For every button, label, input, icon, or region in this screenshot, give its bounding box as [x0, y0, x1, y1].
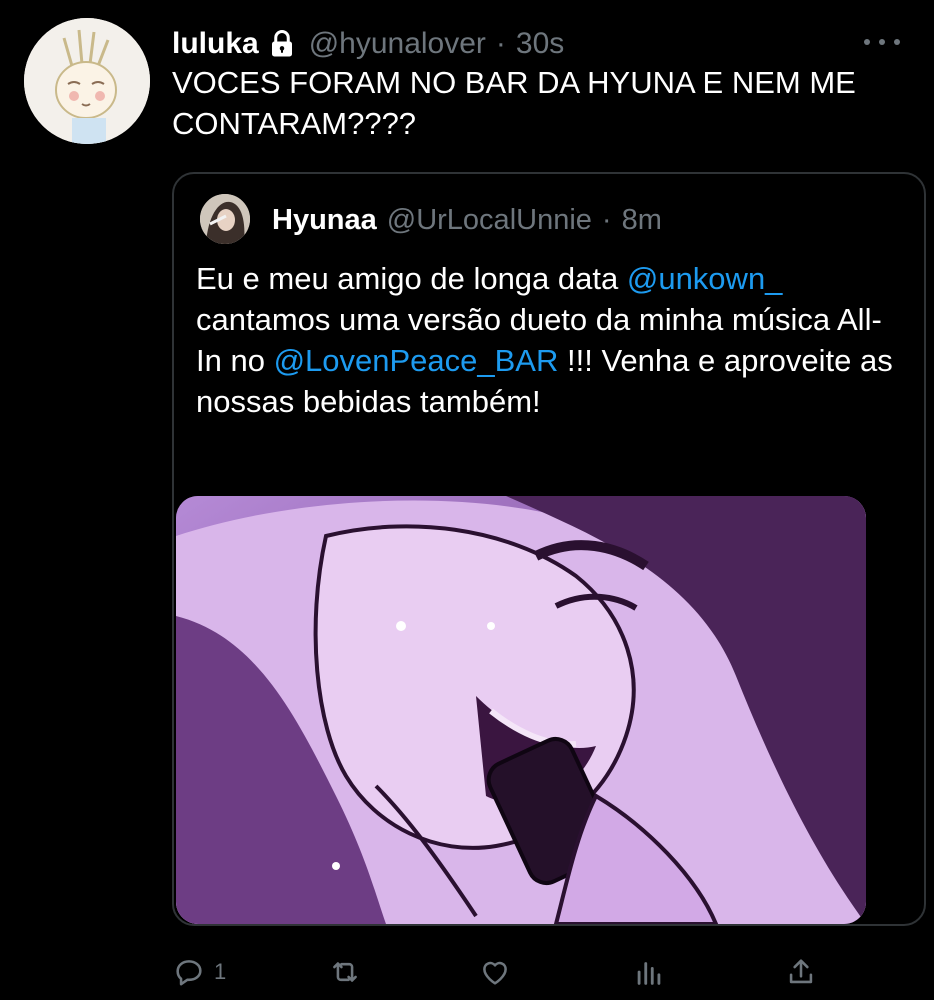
- quoted-separator-dot: ·: [601, 203, 612, 236]
- author-name[interactable]: luluka: [172, 27, 259, 61]
- lock-icon: [267, 29, 297, 59]
- quoted-avatar-image: [200, 194, 250, 244]
- quoted-tweet-header: Hyunaa @UrLocalUnnie · 8m: [272, 200, 662, 240]
- quoted-tweet[interactable]: Hyunaa @UrLocalUnnie · 8m Eu e meu amigo…: [172, 172, 926, 926]
- tweet-actions: 1: [172, 950, 832, 994]
- share-icon: [789, 959, 813, 984]
- reply-icon: [176, 960, 202, 986]
- separator-dot: ·: [495, 27, 506, 60]
- tweet-text: VOCES FORAM NO BAR DA HYUNA E NEM ME CON…: [172, 65, 856, 141]
- quoted-timestamp[interactable]: 8m: [622, 204, 662, 237]
- bar-chart-icon: [637, 962, 661, 985]
- retweet-button[interactable]: [328, 950, 362, 994]
- retweet-icon: [333, 962, 357, 982]
- stats-button[interactable]: [632, 950, 666, 994]
- mention-link[interactable]: @unkown_: [627, 261, 783, 296]
- anime-singer-illustration: [176, 496, 866, 924]
- mention-link[interactable]: @LovenPeace_BAR: [274, 343, 559, 378]
- author-handle[interactable]: @hyunalover: [309, 27, 486, 61]
- quoted-tweet-text: Eu e meu amigo de longa data @unkown_ ca…: [196, 258, 896, 422]
- quoted-author-avatar[interactable]: [200, 194, 250, 244]
- quoted-author-handle[interactable]: @UrLocalUnnie: [387, 204, 592, 237]
- quoted-author-name[interactable]: Hyunaa: [272, 204, 377, 237]
- like-button[interactable]: [478, 950, 512, 994]
- tweet-header: luluka @hyunalover · 30s: [172, 22, 564, 66]
- share-button[interactable]: [784, 950, 818, 994]
- quoted-media-image[interactable]: [176, 496, 866, 924]
- reply-button[interactable]: 1: [172, 950, 226, 994]
- author-avatar[interactable]: [24, 18, 150, 144]
- quoted-text-part: Eu e meu amigo de longa data: [196, 261, 627, 296]
- reply-count: 1: [214, 959, 227, 984]
- heart-icon: [483, 961, 507, 985]
- tweet-timestamp[interactable]: 30s: [516, 27, 564, 61]
- author-avatar-image: [24, 18, 150, 144]
- more-horizontal-icon[interactable]: [864, 34, 900, 50]
